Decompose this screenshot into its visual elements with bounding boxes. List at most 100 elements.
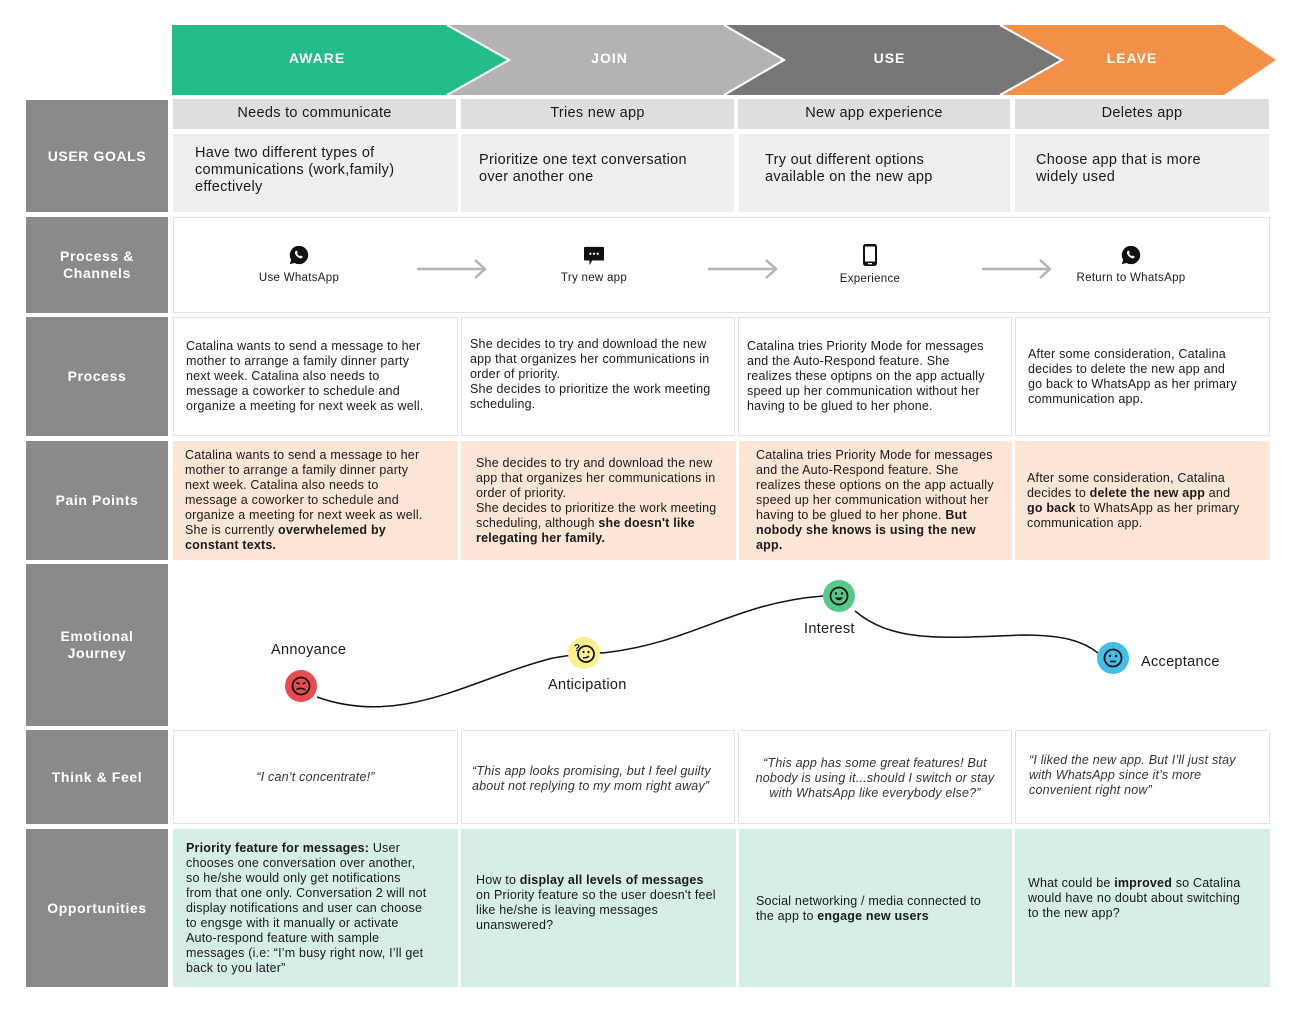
channel-label: Use WhatsApp xyxy=(258,272,340,284)
text-line: to the new app? xyxy=(1028,906,1240,921)
text-line: She decides to prioritize the work meeti… xyxy=(470,382,710,397)
text-line: widely used xyxy=(1036,169,1116,185)
text-line: organize a meeting for next week as well… xyxy=(186,399,424,414)
text-line: on Priority feature so the user doesn't … xyxy=(476,888,716,903)
row-label-text: Pain Points xyxy=(55,492,139,508)
emphasis-text: app. xyxy=(756,538,783,552)
think-feel-cell: “I can’t concentrate!” xyxy=(173,730,458,824)
chat-bubble-icon xyxy=(584,246,604,266)
text-segment: message a coworker to schedule and xyxy=(186,384,400,398)
channel-label: Experience xyxy=(839,273,901,285)
text-line: decides to delete the new app and xyxy=(1027,486,1239,501)
text-line: She is currently overwhelemed by xyxy=(185,523,423,538)
text-line: Catalina tries Priority Mode for message… xyxy=(756,448,994,463)
text-line: “This app has some great features! But xyxy=(756,756,995,771)
text-segment: Catalina tries Priority Mode for message… xyxy=(756,448,993,462)
text-segment: She is currently xyxy=(185,523,279,537)
row-label-pain-points: Pain Points xyxy=(26,441,168,560)
text-segment: organize a meeting for next week as well… xyxy=(186,399,424,413)
text-line: messages (i.e: “I’m busy right now, I’ll… xyxy=(186,946,426,961)
text-segment: organize a meeting for next week as well… xyxy=(185,508,423,522)
text-segment: mother to arrange a family dinner party xyxy=(185,463,409,477)
text-segment: order of priority. xyxy=(470,367,561,381)
text-segment: “I liked the new app. But I’ll just stay xyxy=(1029,753,1236,767)
text-line: constant texts. xyxy=(185,538,423,553)
text-segment: convenient right now” xyxy=(1029,783,1153,797)
text-segment: “This app looks promising, but I feel gu… xyxy=(472,764,711,778)
text-line: message a coworker to schedule and xyxy=(186,384,424,399)
text-segment: Social networking / media connected to xyxy=(756,894,982,908)
row-label-text: Opportunities xyxy=(47,899,147,916)
emotion-curve-line xyxy=(602,595,824,654)
text-segment: to the new app? xyxy=(1028,906,1120,920)
opportunity-cell: What could be improved so Catalina would … xyxy=(1015,829,1270,987)
text-line: having to be glued to her phone. But xyxy=(756,508,994,523)
text-line: and the Auto-Respond feature. She xyxy=(747,354,985,369)
goal-title: New app experience xyxy=(738,99,1010,129)
text-line: available on the new app xyxy=(765,169,933,185)
text-line: “I liked the new app. But I’ll just stay xyxy=(1029,753,1236,768)
emotional-journey-chart: Annoyance Anticipation Interest Acceptan… xyxy=(173,563,1270,726)
text-segment: How to xyxy=(476,873,520,887)
text-segment: from that one only. Conversation 2 will … xyxy=(186,885,427,900)
thinking-face-icon: ? xyxy=(568,637,600,669)
text-segment: back to you later” xyxy=(186,960,286,975)
text-line: and the Auto-Respond feature. She xyxy=(756,463,994,478)
emotion-label: Acceptance xyxy=(1141,654,1220,670)
text-segment: realizes these options on the app actual… xyxy=(756,478,994,492)
emphasis-text: go back xyxy=(1027,500,1076,515)
text-line: next week. Catalina also needs to xyxy=(186,369,424,384)
row-label-process-channels: Process & Channels xyxy=(26,217,168,313)
goal-title: Needs to communicate xyxy=(173,99,456,129)
goal-description: Try out different options available on th… xyxy=(739,134,1010,212)
row-label-text: Think & Feel xyxy=(51,768,143,785)
text-line: about not replying to my mom right away” xyxy=(472,779,711,794)
whatsapp-icon xyxy=(1121,245,1141,265)
text-line: Social networking / media connected to xyxy=(756,894,981,909)
text-line: How to display all levels of messages xyxy=(476,873,716,888)
row-label-text: Channels xyxy=(63,265,131,281)
text-segment: She decides to try and download the new xyxy=(470,337,707,351)
emphasis-text: overwhelemed by xyxy=(278,523,386,537)
row-label-text: Emotional xyxy=(60,628,134,644)
text-line: Prioritize one text conversation xyxy=(479,152,687,168)
text-line: scheduling. xyxy=(470,397,710,412)
text-line: “I can’t concentrate!” xyxy=(256,770,374,785)
emphasis-text: delete the new app xyxy=(1089,485,1206,500)
text-line: so he/she would only get notifications xyxy=(186,871,426,886)
text-line: with WhatsApp since it’s more xyxy=(1029,768,1236,783)
text-line: back to you later” xyxy=(186,961,426,976)
goal-description: Choose app that is more widely used xyxy=(1015,134,1269,212)
text-segment: with WhatsApp since it’s more xyxy=(1029,768,1202,782)
text-segment: with WhatsApp like everybody else?” xyxy=(769,786,981,800)
text-segment: decides to delete the new app and xyxy=(1028,361,1226,376)
text-segment: to engsge with it manually or activate xyxy=(186,915,399,930)
emphasis-text: nobody she knows is using the new xyxy=(756,523,976,537)
text-line: mother to arrange a family dinner party xyxy=(186,354,424,369)
emphasis-text: relegating her family. xyxy=(476,530,606,545)
row-label-emotional-journey: Emotional Journey xyxy=(26,564,168,726)
text-line: from that one only. Conversation 2 will … xyxy=(186,886,426,901)
think-feel-cell: “This app has some great features! But no… xyxy=(738,730,1012,824)
pain-point-cell: After some consideration, Catalina decide… xyxy=(1015,441,1270,560)
stage-use: USE xyxy=(873,50,906,66)
text-line: the app to engage new users xyxy=(756,909,981,924)
row-label-process: Process xyxy=(26,317,168,436)
text-line: Catalina wants to send a message to her xyxy=(186,339,424,354)
text-line: order of priority. xyxy=(470,367,710,382)
opportunity-cell: How to display all levels of messages on … xyxy=(461,829,736,987)
goal-description: Prioritize one text conversation over ano… xyxy=(461,134,734,212)
text-segment: “This app has some great features! But xyxy=(763,756,987,770)
text-segment: to WhatsApp as her primary xyxy=(1075,500,1240,515)
svg-text:?: ? xyxy=(574,643,580,654)
row-label-text: Process & xyxy=(60,248,134,264)
text-line: nobody she knows is using the new xyxy=(756,523,994,538)
text-line: Catalina tries Priority Mode for message… xyxy=(747,339,985,354)
emphasis-text: But xyxy=(945,508,967,522)
emotion-curve-line xyxy=(854,610,1099,654)
text-line: display notifications and user can choos… xyxy=(186,901,426,916)
text-line: next week. Catalina also needs to xyxy=(185,478,423,493)
text-line: to engsge with it manually or activate xyxy=(186,916,426,931)
goal-description: Have two different types of communication… xyxy=(173,134,458,212)
text-segment: communication app. xyxy=(1027,515,1143,530)
